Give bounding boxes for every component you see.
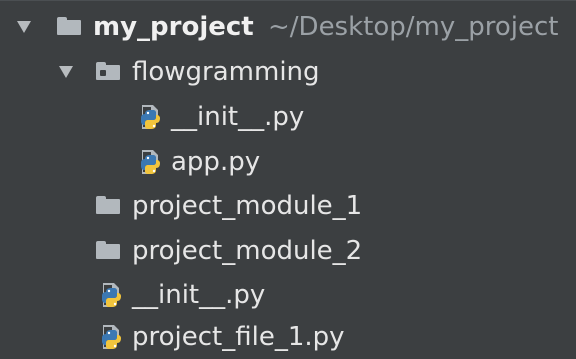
expand-arrow-icon[interactable] [59, 66, 73, 78]
tree-row-root-init[interactable]: __init__.py [0, 273, 576, 317]
tree-row-project-module-2[interactable]: project_module_2 [0, 229, 576, 273]
project-tree: my_project ~/Desktop/my_project flowgram… [0, 0, 576, 359]
root-folder-path: ~/Desktop/my_project [268, 12, 559, 42]
package-folder-icon [96, 62, 120, 80]
folder-icon [96, 241, 120, 259]
folder-icon [57, 17, 81, 35]
tree-row-app-py[interactable]: app.py [0, 140, 576, 184]
tree-row-project-module-1[interactable]: project_module_1 [0, 184, 576, 228]
tree-item-label: project_file_1.py [132, 322, 345, 352]
tree-item-label: project_module_1 [132, 191, 363, 221]
tree-row-flowgramming[interactable]: flowgramming [0, 50, 576, 94]
tree-row-flowgramming-init[interactable]: __init__.py [0, 95, 576, 139]
tree-item-label: app.py [171, 147, 261, 177]
python-file-icon [141, 150, 160, 174]
tree-item-label: __init__.py [171, 102, 305, 132]
root-folder-name: my_project [93, 12, 254, 42]
python-file-icon [141, 105, 160, 129]
folder-icon [96, 196, 120, 214]
python-file-icon [102, 283, 121, 307]
expand-arrow-icon[interactable] [17, 21, 31, 33]
python-file-icon [102, 325, 121, 349]
tree-row-project-file-1[interactable]: project_file_1.py [0, 315, 576, 359]
tree-item-label: project_module_2 [132, 236, 363, 266]
tree-row-root[interactable]: my_project ~/Desktop/my_project [0, 5, 576, 49]
tree-item-label: flowgramming [132, 57, 320, 87]
tree-item-label: __init__.py [132, 280, 266, 310]
